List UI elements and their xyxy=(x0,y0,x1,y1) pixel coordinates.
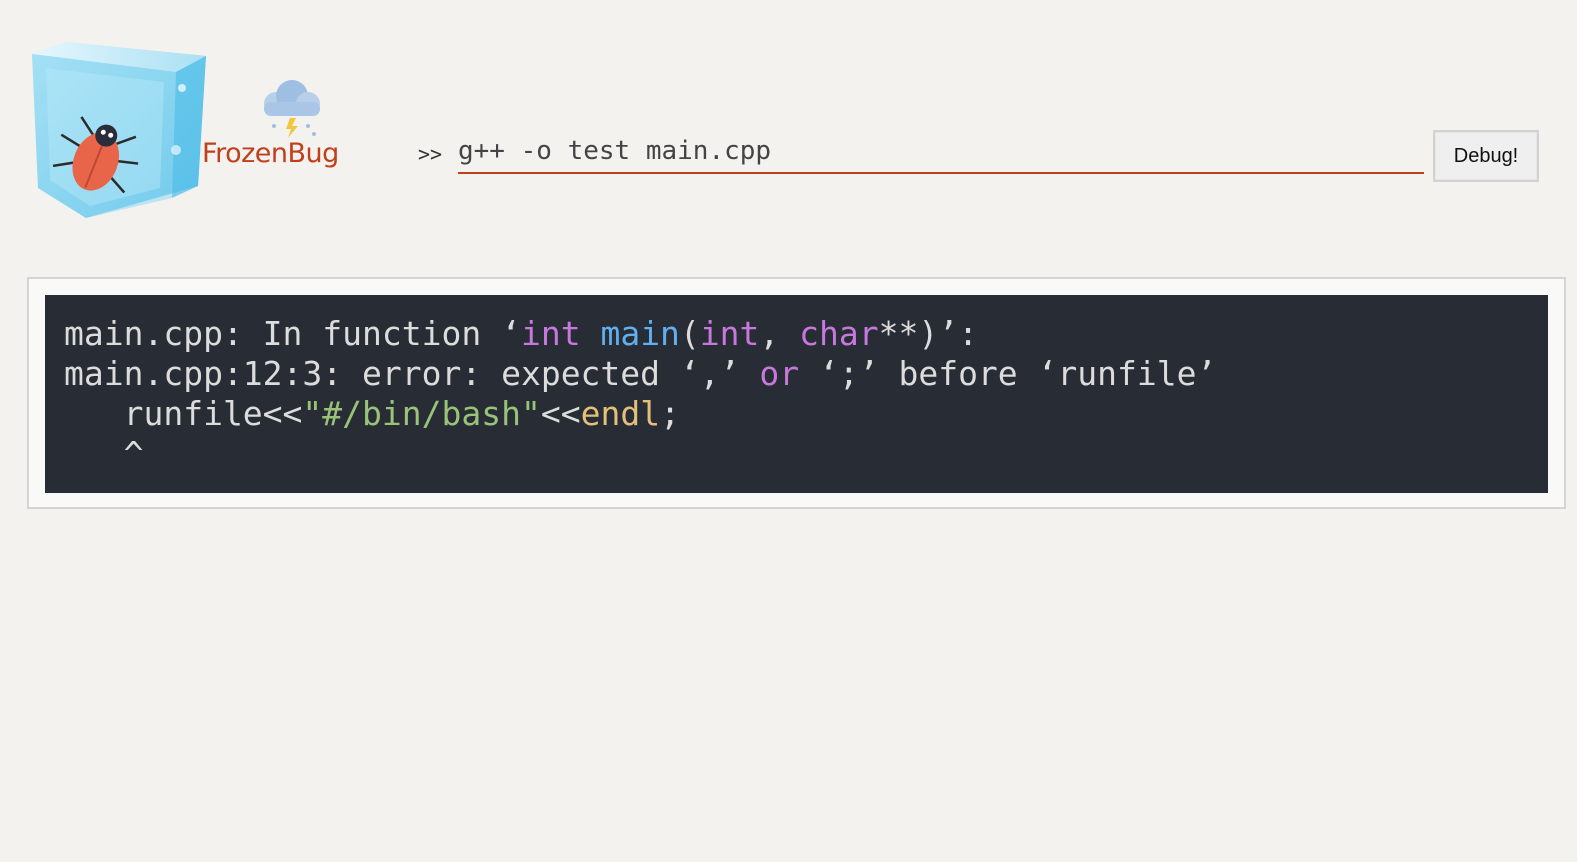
output-text: main.cpp: In function ‘ xyxy=(64,314,521,353)
output-line: main.cpp: In function ‘int main(int, cha… xyxy=(64,314,1548,354)
output-text: << xyxy=(540,394,581,433)
output-text: ‘;’ before ‘runfile’ xyxy=(799,354,1217,393)
output-text: main.cpp:12:3: error: expected ‘,’ xyxy=(64,354,760,393)
output-text: **)’: xyxy=(878,314,978,353)
storm-cloud-icon xyxy=(264,80,320,138)
prompt-symbol: >> xyxy=(418,142,443,166)
keyword-token: int xyxy=(699,314,760,353)
page: FrozenBug >> Debug! main.cpp: In functio… xyxy=(0,0,1577,862)
output-panel: main.cpp: In function ‘int main(int, cha… xyxy=(27,277,1566,509)
output-text: runfile<< xyxy=(64,394,303,433)
function-token: main xyxy=(600,314,680,353)
output-text: ; xyxy=(660,394,680,433)
command-input[interactable] xyxy=(458,130,1424,174)
keyword-token: char xyxy=(799,314,879,353)
output-line: runfile<<"#/bin/bash"<<endl; xyxy=(64,394,1548,434)
compiler-output: main.cpp: In function ‘int main(int, cha… xyxy=(45,295,1548,493)
identifier-token: endl xyxy=(580,394,661,433)
output-line-caret: ^ xyxy=(64,434,144,473)
frozenbug-logo[interactable]: FrozenBug xyxy=(26,38,358,224)
brand-name: FrozenBug xyxy=(202,138,339,169)
output-text: ( xyxy=(679,314,700,353)
output-line: main.cpp:12:3: error: expected ‘,’ or ‘;… xyxy=(64,354,1548,394)
keyword-token: int xyxy=(520,314,581,353)
string-token: "#/bin/bash" xyxy=(302,394,541,433)
ice-cube-icon xyxy=(32,42,320,218)
keyword-token: or xyxy=(759,354,800,393)
output-text: , xyxy=(759,314,800,353)
debug-button[interactable]: Debug! xyxy=(1433,130,1539,182)
